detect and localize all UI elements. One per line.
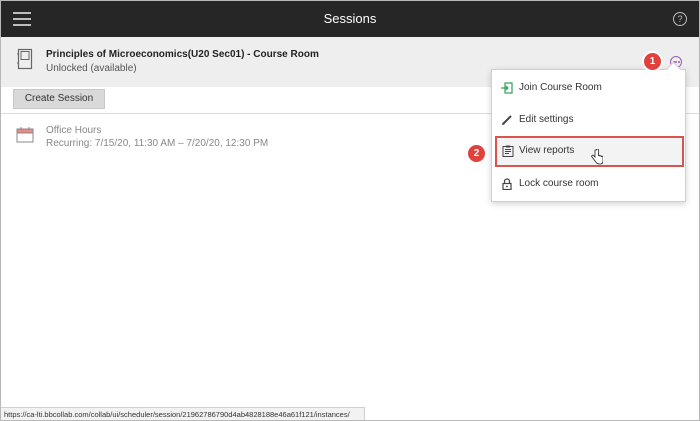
menu-item-view-reports[interactable]: View reports: [495, 136, 684, 167]
callout-badge-1: 1: [644, 53, 661, 70]
course-room-status: Unlocked (available): [46, 63, 137, 74]
callout-badge-2: 2: [468, 145, 485, 162]
app-window: Sessions ? Principles of Microeconomics(…: [0, 0, 700, 421]
menu-item-label: View reports: [519, 145, 575, 156]
status-bar-url: https://ca-lti.bbcollab.com/collab/ui/sc…: [1, 407, 365, 420]
course-room-title: Principles of Microeconomics(U20 Sec01) …: [46, 49, 319, 60]
session-name: Office Hours: [46, 125, 102, 136]
help-icon[interactable]: ?: [673, 12, 687, 26]
menu-item-join-course-room[interactable]: Join Course Room: [492, 73, 685, 103]
top-bar: Sessions ?: [1, 1, 699, 37]
course-room-icon: [17, 48, 33, 70]
menu-item-lock-course-room[interactable]: Lock course room: [492, 169, 685, 199]
room-options-menu: Join Course Room Edit settings View repo…: [491, 61, 686, 202]
report-icon: [502, 145, 514, 157]
session-time: Recurring: 7/15/20, 11:30 AM – 7/20/20, …: [46, 138, 269, 149]
session-item[interactable]: Office Hours Recurring: 7/15/20, 11:30 A…: [1, 117, 481, 153]
menu-item-label: Lock course room: [519, 178, 599, 189]
calendar-icon: [16, 127, 34, 143]
hand-cursor-icon: [591, 149, 603, 165]
menu-item-edit-settings[interactable]: Edit settings: [492, 105, 685, 135]
page-title: Sessions: [323, 11, 377, 26]
join-icon: [501, 82, 513, 94]
menu-item-label: Edit settings: [519, 114, 574, 125]
create-session-button[interactable]: Create Session: [13, 89, 105, 109]
pencil-icon: [502, 115, 512, 125]
lock-icon: [502, 178, 512, 190]
menu-item-label: Join Course Room: [519, 82, 602, 93]
